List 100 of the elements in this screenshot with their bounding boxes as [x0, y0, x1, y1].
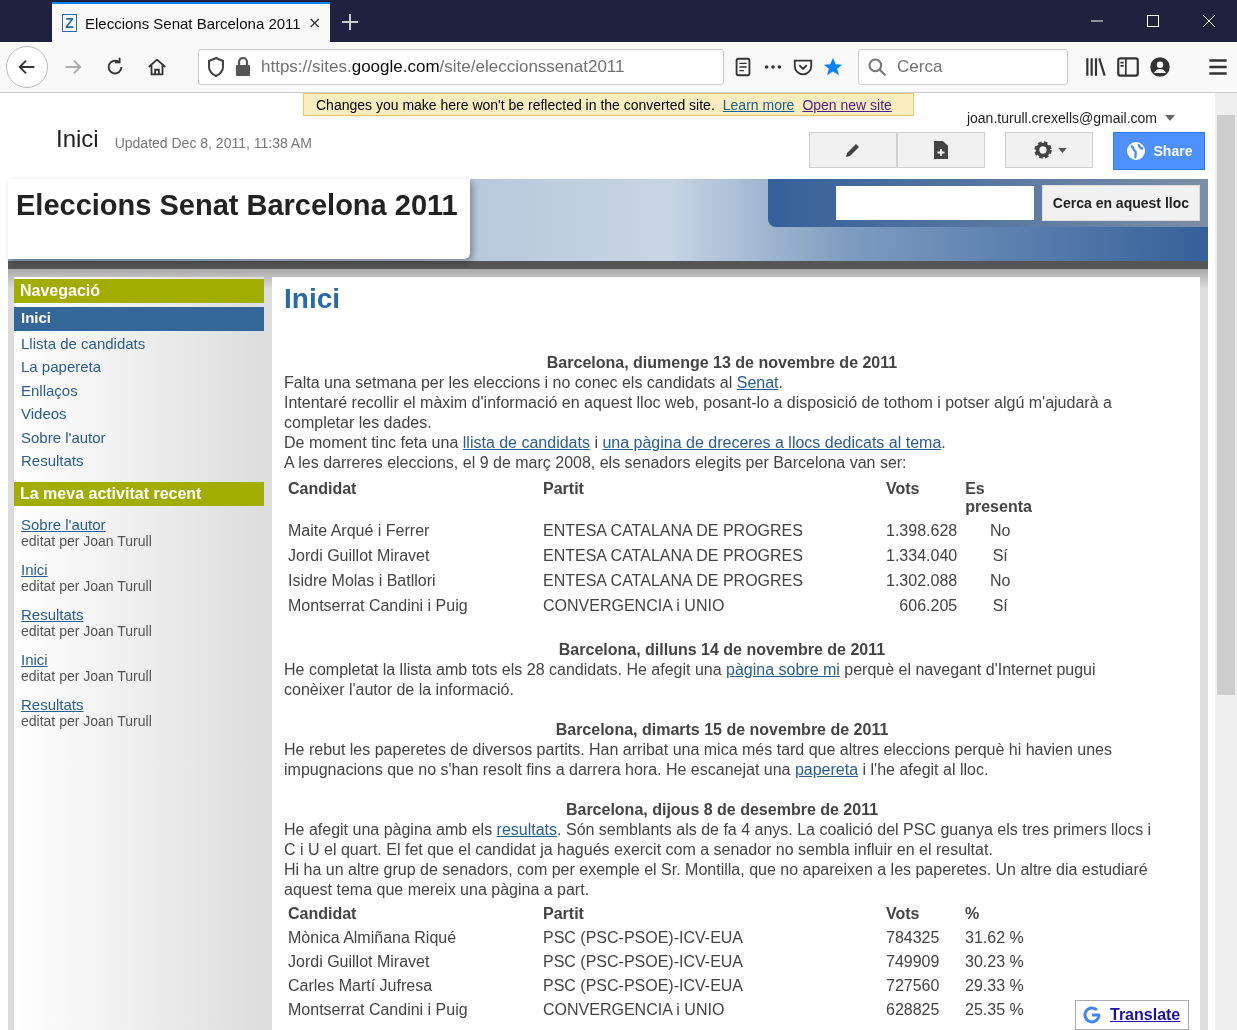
updated-text: Updated Dec 8, 2011, 11:38 AM [114, 135, 312, 153]
site-title: Eleccions Senat Barcelona 2011 [8, 179, 470, 259]
translate-link[interactable]: Translate [1110, 1006, 1181, 1024]
table-cell-text: Carles Martí Jufresa [287, 976, 434, 996]
column-header: Candidat [287, 479, 358, 499]
table-cell-text: 749909 [885, 952, 941, 972]
page-title: Inici [56, 125, 99, 154]
table-cell-text: 606.205 [898, 596, 959, 616]
pencil-icon [844, 141, 862, 159]
table-cell-text: Montserrat Candini i Puig [287, 1000, 469, 1020]
table-cell-text: 628825 [885, 1000, 941, 1020]
recent-activity-link[interactable]: Resultats [21, 605, 257, 623]
new-tab-icon[interactable] [341, 13, 359, 31]
settings-icon [1031, 139, 1054, 161]
table-cell-text: 727560 [885, 976, 941, 996]
search-field[interactable]: Cerca [858, 49, 1068, 85]
text-link[interactable]: llista de candidats [462, 434, 590, 451]
home-icon[interactable] [146, 56, 168, 78]
date-heading: Barcelona, dilluns 14 de novembre de 2011 [557, 640, 887, 660]
column-header: Vots [885, 479, 921, 499]
sidebar-item[interactable]: Sobre l'autor [14, 426, 264, 450]
paragraph: A les darreres eleccions, el 9 de març 2008, els senadors elegits per Barcelona van ser: [284, 453, 908, 473]
column-header: Partit [542, 479, 585, 499]
sidebar-item[interactable]: Resultats [14, 450, 264, 474]
table-cell-text: ENTESA CATALANA DE PROGRES [542, 546, 804, 566]
table-cell-text: PSC (PSC-PSOE)-ICV-EUA [542, 976, 745, 996]
paragraph: He completat la llista amb tots els 28 candidats. He afegit una pàgina sobre mi perquè el navegant d'Internet pugui conèixer l'autor de la informació. [284, 660, 1097, 700]
address-bar[interactable]: https://sites.google.com/site/eleccionssenat2011 [198, 49, 724, 85]
lock-icon [235, 57, 251, 77]
add-page-icon [933, 141, 949, 159]
recent-activity-link[interactable]: Inici [21, 650, 257, 668]
date-heading: Barcelona, diumenge 13 de novembre de 2011 [545, 353, 899, 373]
edited-by-text: editat per Joan Turull [21, 622, 153, 639]
table-cell-text: Montserrat Candini i Puig [287, 596, 469, 616]
banner-link[interactable]: Open new site [802, 96, 892, 113]
table-cell-text: 29.33 % [964, 976, 1025, 996]
paragraph: He rebut les paperetes de diversos partits. Han arribat una mica més tard que altres eleccions perquè hi havien unes impugnacions que no s'han resolt fins a darrera hora. He escanejat una papereta i l'he afegit al lloc. [284, 740, 1113, 780]
sidebar-heading: La meva activitat recent [14, 481, 264, 506]
text-link[interactable]: una pàgina de dreceres a llocs dedicats al tema [602, 434, 942, 451]
globe-icon [1125, 141, 1146, 161]
table-cell-text: CONVERGENCIA i UNIO [542, 1000, 726, 1020]
table-cell-text: 1.334.040 [885, 546, 959, 566]
sidebar-item[interactable]: Llista de candidats [14, 332, 264, 356]
paragraph: Intentaré recollir el màxim d'informació en aquest lloc web, posant-lo a disposició de tothom i potser algú m'ajudarà a completar les dades. [284, 393, 1113, 433]
text-link[interactable]: Senat [736, 374, 779, 391]
edited-by-text: editat per Joan Turull [21, 712, 153, 729]
edited-by-text: editat per Joan Turull [21, 532, 153, 549]
star-icon[interactable] [822, 56, 844, 78]
new-page-button[interactable] [897, 132, 985, 168]
account-icon[interactable] [1147, 54, 1173, 80]
sidebar-item[interactable]: La papereta [14, 356, 264, 380]
table-cell-text: 1.302.088 [885, 571, 959, 591]
paragraph: Falta una setmana per les eleccions i no conec els candidats al Senat. [284, 373, 784, 393]
table-cell-text: Jordi Guillot Miravet [287, 546, 431, 566]
table-cell-text: 784325 [885, 928, 941, 948]
account-email[interactable]: joan.turull.crexells@gmail.com [966, 110, 1157, 126]
column-header: % [964, 904, 981, 924]
recent-activity-link[interactable]: Resultats [21, 695, 257, 713]
table-cell-text: ENTESA CATALANA DE PROGRES [542, 571, 804, 591]
table-cell-text: ENTESA CATALANA DE PROGRES [542, 521, 804, 541]
recent-activity-link[interactable]: Inici [21, 560, 257, 578]
table-cell-text: Maite Arqué i Ferrer [287, 521, 431, 541]
column-header: Vots [885, 904, 921, 924]
recent-activity-link[interactable]: Sobre l'autor [21, 515, 257, 533]
close-icon[interactable] [308, 16, 320, 30]
dropdown-caret-icon [1057, 147, 1067, 153]
table-cell-text: Mònica Almiñana Riqué [287, 928, 458, 948]
sidebar-icon[interactable] [1115, 54, 1141, 80]
table-cell-text: PSC (PSC-PSOE)-ICV-EUA [542, 928, 745, 948]
column-header: Partit [542, 904, 585, 924]
notice-text: Changes you make here won't be reflected in the converted site. [316, 96, 715, 113]
table-cell-text: Sí [991, 596, 1009, 616]
site-search-button[interactable]: Cerca en aquest lloc [1041, 185, 1200, 221]
sidebar-item[interactable]: Videos [14, 403, 264, 427]
date-heading: Barcelona, dijous 8 de desembre de 2011 [564, 800, 880, 820]
edited-by-text: editat per Joan Turull [21, 577, 153, 594]
column-header: Candidat [287, 904, 358, 924]
table-cell-text: 1.398.628 [885, 521, 959, 541]
table-cell-text: 30.23 % [964, 952, 1025, 972]
table-cell-text: 31.62 % [964, 928, 1025, 948]
table-cell-text: CONVERGENCIA i UNIO [542, 596, 726, 616]
translate-widget[interactable]: Translate [1075, 1000, 1189, 1030]
table-cell-text: 25.35 % [964, 1000, 1025, 1020]
url-text: https://sites.google.com/site/eleccionssenat2011 [261, 57, 625, 77]
site-favicon-icon: Z [62, 14, 77, 32]
search-icon [867, 57, 887, 77]
table-cell-text: PSC (PSC-PSOE)-ICV-EUA [542, 952, 745, 972]
sidebar-item[interactable]: Inici [14, 307, 264, 331]
sidebar-item[interactable]: Enllaços [14, 379, 264, 403]
text-link[interactable]: pàgina sobre mi [726, 661, 840, 678]
sidebar-heading: Navegació [14, 279, 264, 303]
dropdown-caret-icon[interactable] [1165, 115, 1175, 121]
settings-button[interactable] [1005, 132, 1093, 168]
shield-icon [207, 57, 225, 77]
browser-tab[interactable]: Z Eleccions Senat Barcelona 2011 [52, 2, 330, 42]
text-link[interactable]: papereta [794, 761, 859, 778]
site-search-field[interactable] [835, 186, 1034, 220]
banner-link[interactable]: Learn more [722, 96, 795, 113]
paragraph: Hi ha un altre grup de senadors, com per exemple el Sr. Montilla, que no apareixen a les paperetes. Un altre dia estudiaré aquest tema que mereix una pàgina a part. [284, 860, 1149, 900]
content-heading: Inici [284, 283, 341, 315]
